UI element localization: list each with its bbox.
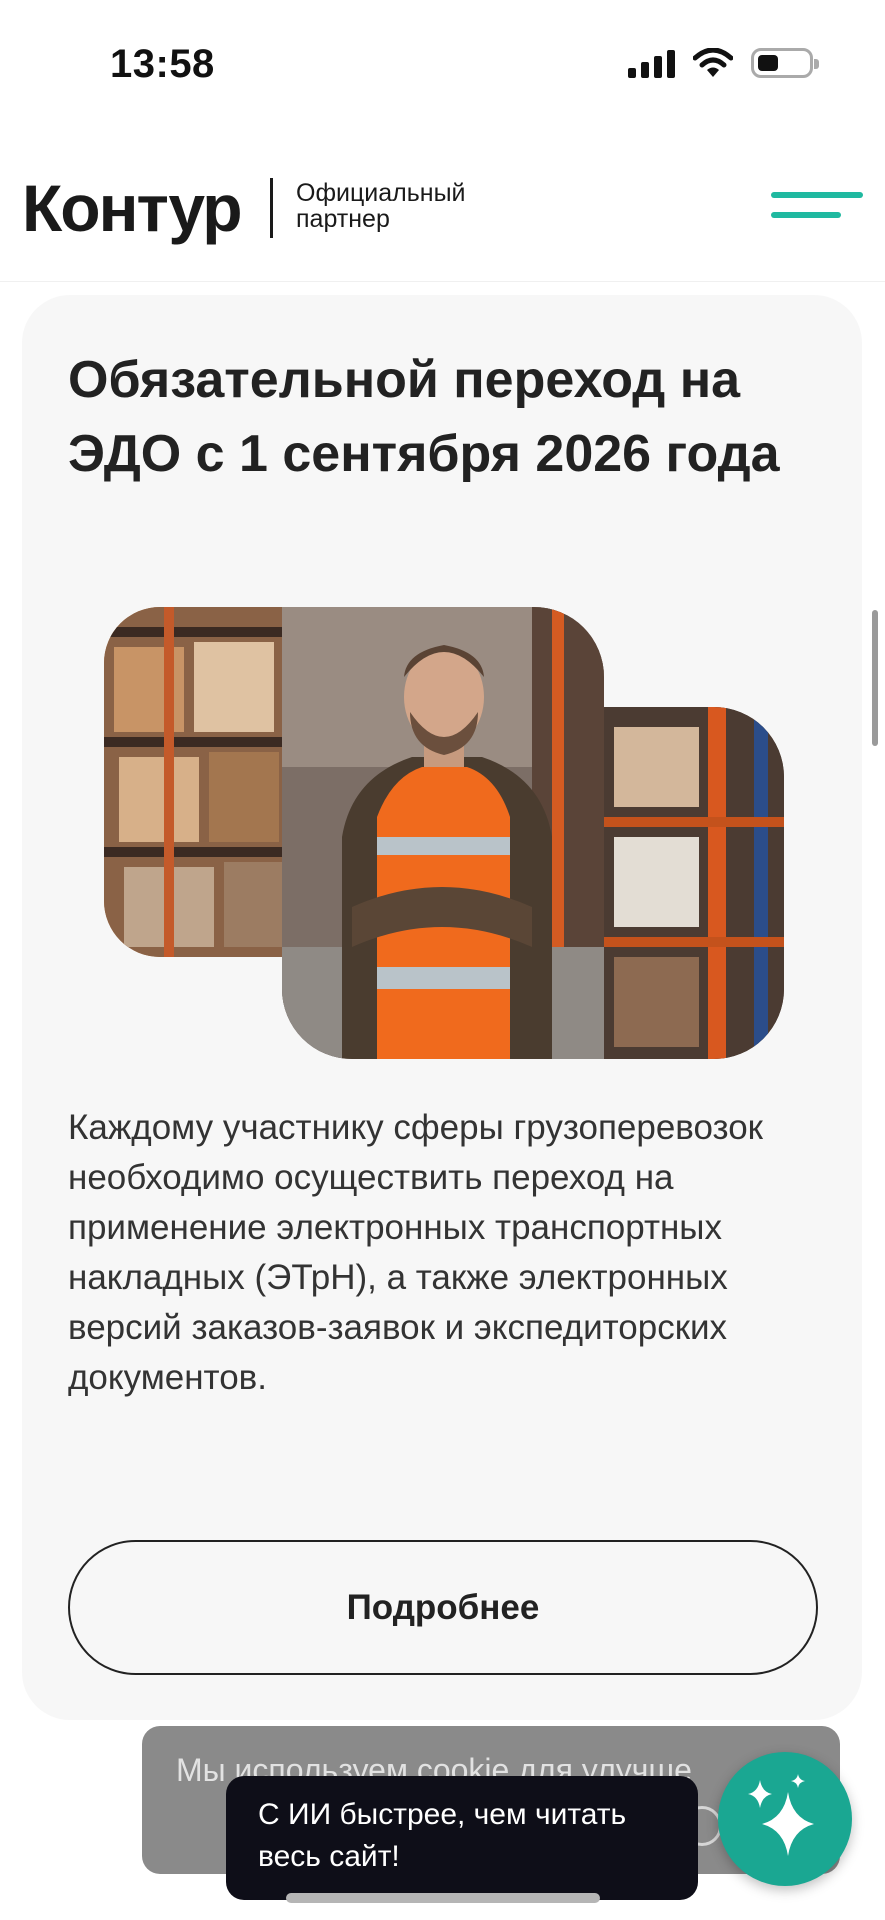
home-indicator[interactable] bbox=[286, 1893, 600, 1903]
warehouse-worker-image bbox=[104, 607, 804, 1059]
ai-assistant-tooltip[interactable]: С ИИ быстрее, чем читать весь сайт! bbox=[226, 1776, 698, 1900]
status-icons bbox=[628, 48, 819, 78]
warehouse-shelves-right-image bbox=[604, 707, 784, 1059]
kontur-logo[interactable]: Контур bbox=[22, 170, 243, 246]
site-header: Контур Официальный партнер bbox=[0, 130, 885, 282]
hamburger-menu-icon[interactable] bbox=[771, 192, 863, 222]
ai-assistant-button[interactable] bbox=[718, 1752, 852, 1886]
page-scrollbar[interactable] bbox=[872, 610, 878, 746]
sparkles-icon bbox=[748, 1774, 814, 1856]
wifi-icon bbox=[693, 48, 733, 77]
status-time: 13:58 bbox=[110, 42, 215, 86]
status-bar: 13:58 bbox=[0, 0, 885, 130]
edo-info-card: Обязательной переход на ЭДО с 1 сентября… bbox=[22, 295, 862, 1720]
battery-icon bbox=[751, 48, 819, 78]
ai-tooltip-line-2: весь сайт! bbox=[258, 1840, 400, 1873]
worker-portrait-image bbox=[282, 607, 604, 1059]
ai-tooltip-line-1: С ИИ быстрее, чем читать bbox=[258, 1798, 627, 1831]
partner-line-2: партнер bbox=[296, 205, 390, 233]
logo-divider bbox=[270, 178, 273, 238]
official-partner-label: Официальный партнер bbox=[296, 180, 466, 232]
card-title: Обязательной переход на ЭДО с 1 сентября… bbox=[68, 351, 780, 483]
card-description: Каждому участнику сферы грузоперевозок н… bbox=[68, 1108, 763, 1397]
partner-line-1: Официальный bbox=[296, 179, 466, 207]
more-details-button[interactable]: Подробнее bbox=[68, 1540, 818, 1675]
cellular-signal-icon bbox=[628, 48, 675, 78]
